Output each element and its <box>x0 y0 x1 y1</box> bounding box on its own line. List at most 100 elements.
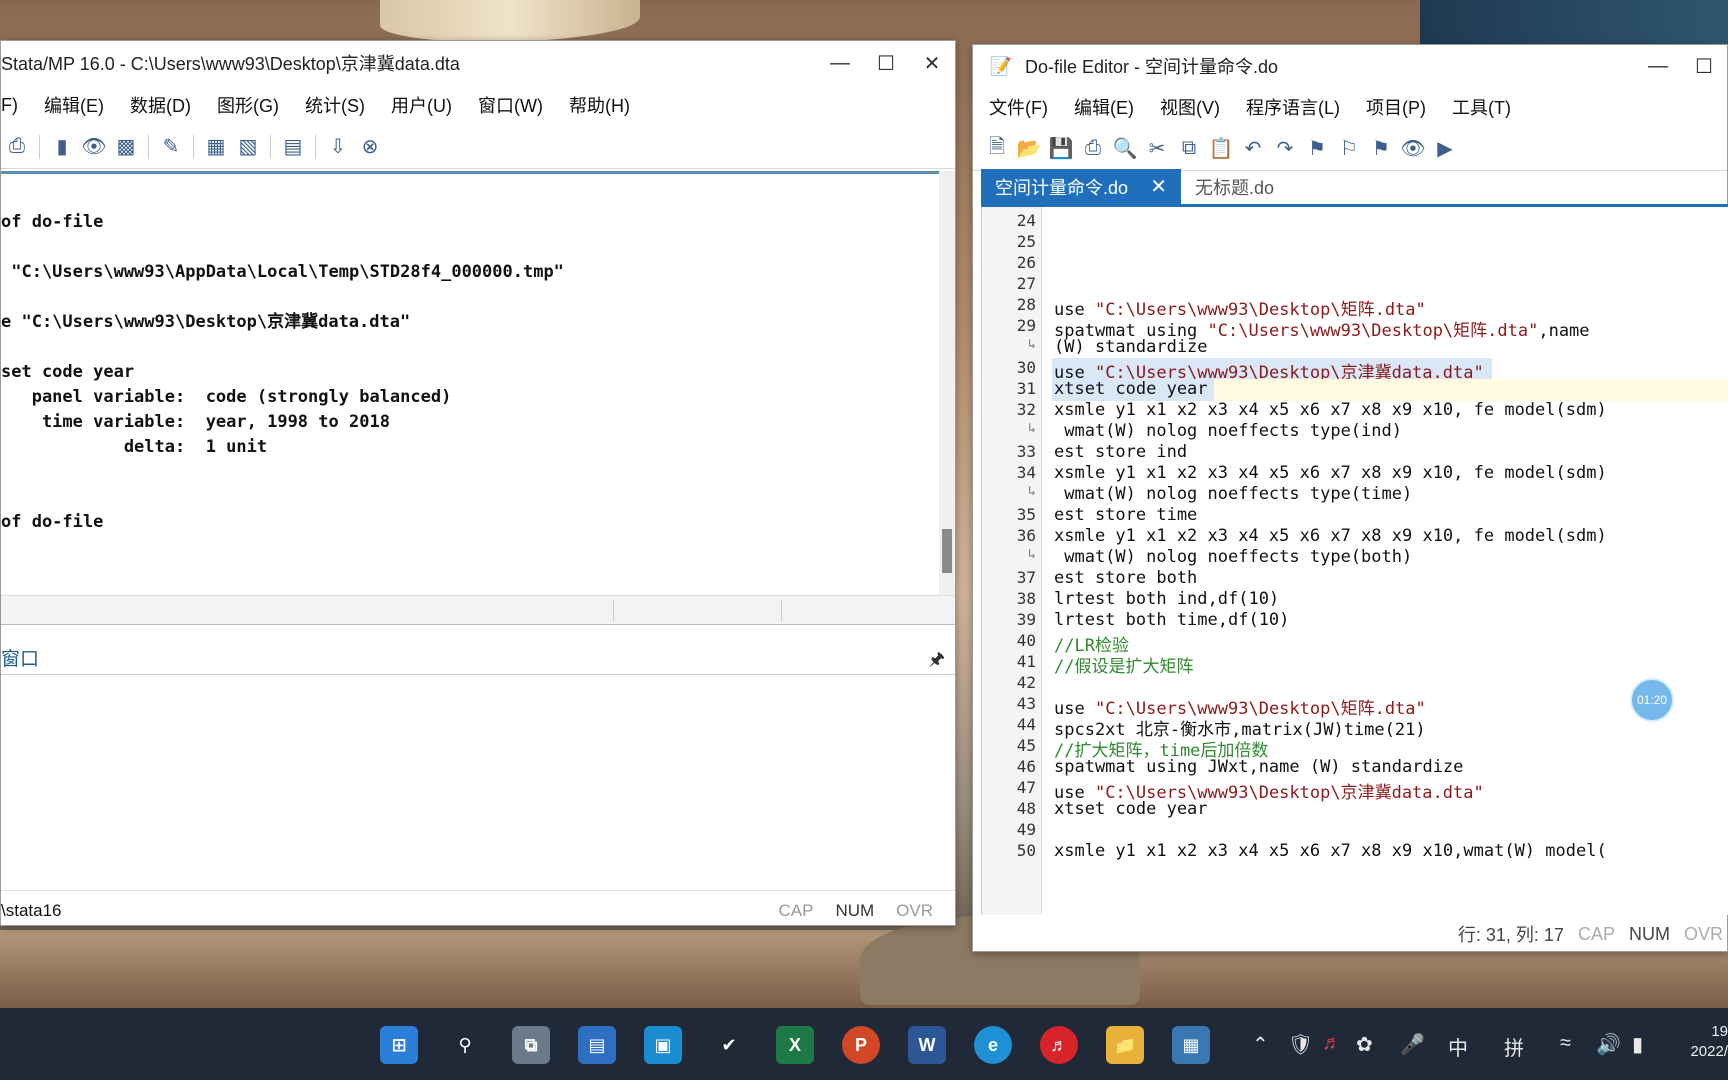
results-window[interactable]: of do-file "C:\Users\www93\AppData\Local… <box>1 171 939 595</box>
results-scrollbar[interactable] <box>939 171 955 595</box>
line-number: ↳ <box>1028 484 1036 499</box>
do-file-editor-window: 📝 Do-file Editor - 空间计量命令.do — ☐ 文件(F) 编… <box>972 44 1728 952</box>
recording-timer-badge[interactable]: 01:20 <box>1630 678 1674 722</box>
system-clock[interactable]: 19 2022/ <box>1684 1022 1728 1062</box>
line-number: 31 <box>1016 379 1036 398</box>
powerpoint-icon[interactable]: P <box>842 1026 880 1064</box>
save-icon[interactable]: 💾 <box>1045 133 1077 165</box>
line-number: 27 <box>1016 274 1036 293</box>
menu-user[interactable]: 用户(U) <box>391 92 452 118</box>
app-tray-icon[interactable]: ✿ <box>1356 1032 1373 1057</box>
cut-icon[interactable]: ✂ <box>1141 133 1173 165</box>
break-icon[interactable]: ⊗ <box>354 131 386 163</box>
task-view-icon[interactable]: ⧉ <box>512 1026 550 1064</box>
minimize-icon[interactable]: — <box>817 52 863 75</box>
log-icon[interactable]: ▮ <box>46 131 78 163</box>
toolbar-separator <box>315 134 316 159</box>
more-icon[interactable]: ⇩ <box>322 131 354 163</box>
minimize-icon[interactable]: — <box>1635 55 1681 78</box>
editor-menu-edit[interactable]: 编辑(E) <box>1074 94 1134 120</box>
edge-icon[interactable]: e <box>974 1026 1012 1064</box>
cap-indicator: CAP <box>1577 923 1615 944</box>
security-icon[interactable]: 🛡 <box>1288 1032 1313 1057</box>
menu-data[interactable]: 数据(D) <box>130 92 191 118</box>
editor-menu-file[interactable]: 文件(F) <box>989 94 1048 120</box>
undo-icon[interactable]: ↶ <box>1237 133 1269 165</box>
menu-statistics[interactable]: 统计(S) <box>305 92 365 118</box>
netease-tray-icon[interactable]: ♬ <box>1322 1032 1342 1055</box>
redo-icon[interactable]: ↷ <box>1269 133 1301 165</box>
do-file-editor-icon[interactable]: ✎ <box>155 131 187 163</box>
tab-spatial-do[interactable]: 空间计量命令.do ✕ <box>981 169 1181 204</box>
menu-file[interactable]: F) <box>1 95 18 116</box>
input-language[interactable]: 中 <box>1448 1032 1468 1061</box>
battery-icon[interactable]: ▮ <box>1632 1032 1643 1057</box>
code-line: //假设是扩大矩阵 <box>1054 657 1194 677</box>
show-file-icon[interactable]: 👁 <box>1397 133 1429 165</box>
widgets-icon[interactable]: ▤ <box>578 1026 616 1064</box>
toolbar-separator <box>270 134 271 159</box>
new-file-icon[interactable]: 🗎 <box>981 133 1013 165</box>
viewer-icon[interactable]: 👁 <box>78 131 110 163</box>
bookmark-toggle-icon[interactable]: ⚑ <box>1301 133 1333 165</box>
execute-do-icon[interactable]: ▶ <box>1429 133 1461 165</box>
tab-untitled-do[interactable]: 无标题.do <box>1181 169 1288 204</box>
editor-titlebar[interactable]: 📝 Do-file Editor - 空间计量命令.do — ☐ <box>973 45 1727 87</box>
results-divider-bar <box>1 595 955 625</box>
word-icon[interactable]: W <box>908 1026 946 1064</box>
cap-indicator: CAP <box>778 901 814 920</box>
open-folder-icon[interactable]: 📂 <box>1013 133 1045 165</box>
print-icon[interactable]: ⎙ <box>1077 133 1109 165</box>
menu-window[interactable]: 窗口(W) <box>478 92 543 118</box>
code-line: xtset code year <box>1054 799 1208 819</box>
editor-menu-project[interactable]: 项目(P) <box>1366 94 1426 120</box>
wifi-icon[interactable]: ≈ <box>1560 1032 1571 1055</box>
print-icon[interactable]: ⎙ <box>1 131 33 163</box>
toolbar-separator <box>193 134 194 159</box>
search-icon[interactable]: ⚲ <box>446 1026 484 1064</box>
netease-music-icon[interactable]: ♬ <box>1040 1026 1078 1064</box>
volume-icon[interactable]: 🔊 <box>1596 1032 1621 1057</box>
ovr-indicator: OVR <box>896 901 933 920</box>
line-number: 37 <box>1016 568 1036 587</box>
copy-icon[interactable]: ⧉ <box>1173 133 1205 165</box>
microphone-icon[interactable]: 🎤 <box>1400 1032 1425 1057</box>
editor-toolbar: 🗎 📂 💾 ⎙ 🔍 ✂ ⧉ 📋 ↶ ↷ ⚑ ⚐ ⚑ 👁 ▶ <box>973 127 1727 171</box>
editor-window-title: Do-file Editor - 空间计量命令.do <box>1025 57 1279 77</box>
maximize-icon[interactable]: ☐ <box>863 51 909 76</box>
code-editor[interactable]: 24 25 26 27 28 29 ↳ 30 31 32 ↳ 33 34 ↳ 35 36 ↳ 37 38 39 40 41… <box>981 207 1728 915</box>
command-input[interactable] <box>1 675 955 891</box>
data-browser-icon[interactable]: ▧ <box>232 131 264 163</box>
bookmark-prev-icon[interactable]: ⚐ <box>1333 133 1365 165</box>
menu-help[interactable]: 帮助(H) <box>569 92 630 118</box>
menu-graphics[interactable]: 图形(G) <box>217 92 279 118</box>
maximize-icon[interactable]: ☐ <box>1681 54 1727 79</box>
pin-icon[interactable]: 🖈 <box>928 647 945 677</box>
editor-menu-view[interactable]: 视图(V) <box>1160 94 1220 120</box>
ime-mode[interactable]: 拼 <box>1504 1032 1524 1061</box>
stata-taskbar-icon[interactable]: ▦ <box>1172 1026 1210 1064</box>
todo-icon[interactable]: ✔ <box>710 1026 748 1064</box>
paste-icon[interactable]: 📋 <box>1205 133 1237 165</box>
working-directory: \stata16 <box>1 901 62 920</box>
results-scroll-thumb[interactable] <box>942 529 952 573</box>
menu-edit[interactable]: 编辑(E) <box>44 92 104 118</box>
line-number: 35 <box>1016 505 1036 524</box>
find-icon[interactable]: 🔍 <box>1109 133 1141 165</box>
line-number: 29 <box>1016 316 1036 335</box>
file-explorer-icon[interactable]: 📁 <box>1106 1026 1144 1064</box>
bookmark-next-icon[interactable]: ⚑ <box>1365 133 1397 165</box>
close-tab-icon[interactable]: ✕ <box>1150 174 1167 199</box>
close-icon[interactable]: ✕ <box>909 51 955 76</box>
stata-toolbar: ⎙ ▮ 👁 ▩ ✎ ▦ ▧ ▤ ⇩ ⊗ <box>1 125 955 169</box>
editor-menu-tools[interactable]: 工具(T) <box>1452 94 1511 120</box>
stata-titlebar[interactable]: Stata/MP 16.0 - C:\Users\www93\Desktop\京… <box>1 41 955 85</box>
variables-manager-icon[interactable]: ▤ <box>277 131 309 163</box>
excel-icon[interactable]: X <box>776 1026 814 1064</box>
chevron-up-icon[interactable]: ⌃ <box>1252 1032 1269 1057</box>
remote-desktop-icon[interactable]: ▣ <box>644 1026 682 1064</box>
start-icon[interactable]: ⊞ <box>380 1026 418 1064</box>
editor-menu-language[interactable]: 程序语言(L) <box>1246 94 1340 120</box>
graph-icon[interactable]: ▩ <box>110 131 142 163</box>
data-editor-icon[interactable]: ▦ <box>200 131 232 163</box>
